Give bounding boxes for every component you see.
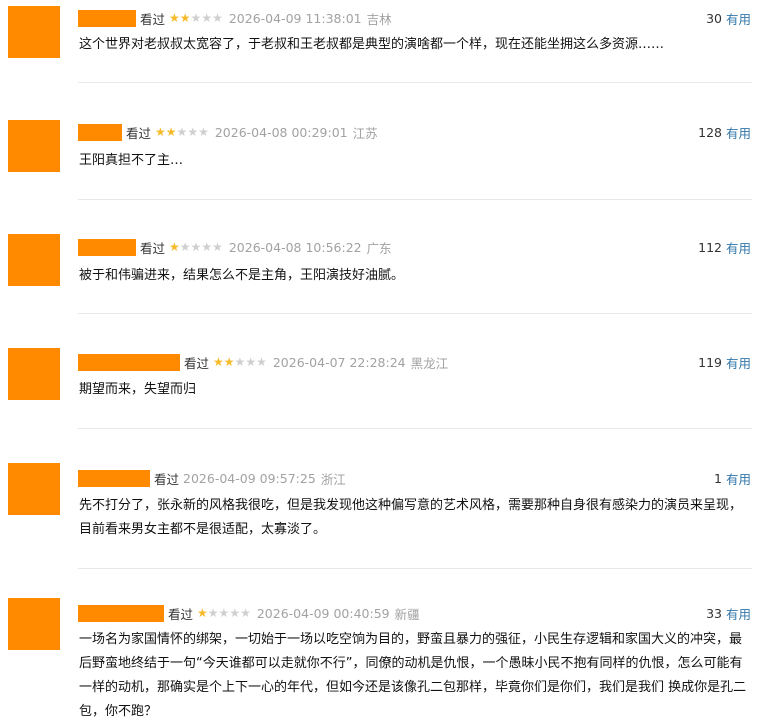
comment-location: 广东 — [366, 240, 392, 256]
rating-stars: ★ ★ ★ ★ ★ — [155, 126, 209, 138]
username[interactable] — [78, 9, 136, 27]
divider — [78, 568, 752, 569]
star-icon: ★ — [256, 355, 267, 369]
star-icon: ★ — [234, 355, 246, 369]
rating-stars: ★ ★ ★ ★ ★ — [169, 241, 223, 253]
star-icon: ★ — [190, 11, 202, 25]
comment-text: 王阳真担不了主… — [79, 153, 184, 168]
vote-area: 119 有用 — [698, 353, 751, 371]
username[interactable] — [78, 238, 136, 256]
divider — [78, 428, 752, 429]
comment-header: 看过 ★ ★ ★ ★ ★ 2026-04-08 10:56:22 广东 — [78, 238, 392, 256]
avatar[interactable] — [8, 463, 60, 515]
star-icon: ★ — [229, 606, 241, 620]
comment-text: 一场名为家国情怀的绑架，一切始于一场以吃空饷为目的，野蛮且暴力的强征，小民生存逻… — [79, 632, 747, 719]
avatar[interactable] — [8, 6, 60, 58]
avatar[interactable] — [8, 598, 60, 650]
vote-area: 112 有用 — [698, 238, 751, 256]
comment-text: 期望而来，失望而归 — [79, 382, 197, 397]
avatar[interactable] — [8, 120, 60, 172]
useful-button[interactable]: 有用 — [726, 9, 751, 28]
vote-count: 128 — [698, 124, 722, 140]
username[interactable] — [78, 353, 180, 371]
star-icon: ★ — [155, 125, 166, 139]
comment-time: 2026-04-09 11:38:01 — [228, 10, 362, 26]
star-icon: ★ — [187, 125, 199, 139]
star-icon: ★ — [165, 125, 177, 139]
useful-button[interactable]: 有用 — [726, 604, 751, 623]
comment-time: 2026-04-08 10:56:22 — [228, 239, 362, 255]
star-icon: ★ — [176, 125, 188, 139]
username[interactable] — [78, 604, 164, 622]
star-icon: ★ — [198, 125, 209, 139]
comment-text: 这个世界对老叔叔太宽容了，于老叔和王老叔都是典型的演啥都一个样，现在还能坐拥这么… — [79, 37, 665, 52]
watched-label: 看过 — [154, 471, 180, 487]
comment-time: 2026-04-09 09:57:25 — [183, 470, 316, 486]
star-icon: ★ — [201, 11, 213, 25]
vote-count: 30 — [706, 10, 722, 26]
vote-count: 33 — [706, 605, 722, 621]
watched-label: 看过 — [126, 125, 152, 141]
comment-text: 先不打分了，张永新的风格我很吃，但是我发现他这种偏写意的艺术风格，需要那种自身很… — [79, 498, 743, 537]
comment-header: 看过 ★ ★ ★ ★ ★ 2026-04-07 22:28:24 黑龙江 — [78, 353, 448, 371]
star-icon: ★ — [223, 355, 235, 369]
useful-button[interactable]: 有用 — [726, 469, 751, 488]
watched-label: 看过 — [168, 606, 194, 622]
watched-label: 看过 — [140, 240, 166, 256]
vote-area: 33 有用 — [706, 604, 751, 622]
comment-text: 被于和伟骗进来，结果怎么不是主角，王阳演技好油腻。 — [79, 268, 405, 283]
star-icon: ★ — [207, 606, 219, 620]
comment-location: 浙江 — [320, 471, 346, 487]
divider — [78, 199, 752, 200]
star-icon: ★ — [179, 240, 191, 254]
vote-count: 112 — [698, 239, 722, 255]
star-icon: ★ — [212, 11, 223, 25]
comment-time: 2026-04-08 00:29:01 — [214, 124, 348, 140]
star-icon: ★ — [213, 355, 224, 369]
comment-header: 看过 ★ ★ ★ ★ ★ 2026-04-08 00:29:01 江苏 — [78, 123, 378, 141]
avatar[interactable] — [8, 348, 60, 400]
star-icon: ★ — [240, 606, 251, 620]
comment-header: 看过 ★ ★ ★ ★ ★ 2026-04-09 00:40:59 新疆 — [78, 604, 420, 622]
rating-stars: ★ ★ ★ ★ ★ — [169, 12, 223, 24]
useful-button[interactable]: 有用 — [726, 123, 751, 142]
vote-area: 1 有用 — [714, 469, 751, 487]
comment-header: 看过 2026-04-09 09:57:25 浙江 — [78, 469, 346, 487]
rating-stars: ★ ★ ★ ★ ★ — [213, 356, 267, 368]
comment-location: 江苏 — [352, 125, 378, 141]
useful-button[interactable]: 有用 — [726, 353, 751, 372]
star-icon: ★ — [245, 355, 257, 369]
star-icon: ★ — [197, 606, 208, 620]
username[interactable] — [78, 469, 150, 487]
comment-location: 新疆 — [394, 606, 420, 622]
useful-button[interactable]: 有用 — [726, 238, 751, 257]
comment-location: 吉林 — [366, 11, 392, 27]
username[interactable] — [78, 123, 122, 141]
comment-time: 2026-04-07 22:28:24 — [272, 354, 406, 370]
vote-area: 128 有用 — [698, 123, 751, 141]
divider — [78, 313, 752, 314]
star-icon: ★ — [169, 240, 180, 254]
comment-header: 看过 ★ ★ ★ ★ ★ 2026-04-09 11:38:01 吉林 — [78, 9, 392, 27]
watched-label: 看过 — [184, 355, 210, 371]
vote-count: 1 — [714, 470, 722, 486]
avatar[interactable] — [8, 234, 60, 286]
star-icon: ★ — [169, 11, 180, 25]
comment-location: 黑龙江 — [410, 355, 449, 371]
star-icon: ★ — [190, 240, 202, 254]
star-icon: ★ — [201, 240, 213, 254]
star-icon: ★ — [218, 606, 230, 620]
star-icon: ★ — [179, 11, 191, 25]
divider — [78, 82, 752, 83]
rating-stars: ★ ★ ★ ★ ★ — [197, 607, 251, 619]
star-icon: ★ — [212, 240, 223, 254]
vote-area: 30 有用 — [706, 9, 751, 27]
watched-label: 看过 — [140, 11, 166, 27]
comment-time: 2026-04-09 00:40:59 — [256, 605, 390, 621]
vote-count: 119 — [698, 354, 722, 370]
